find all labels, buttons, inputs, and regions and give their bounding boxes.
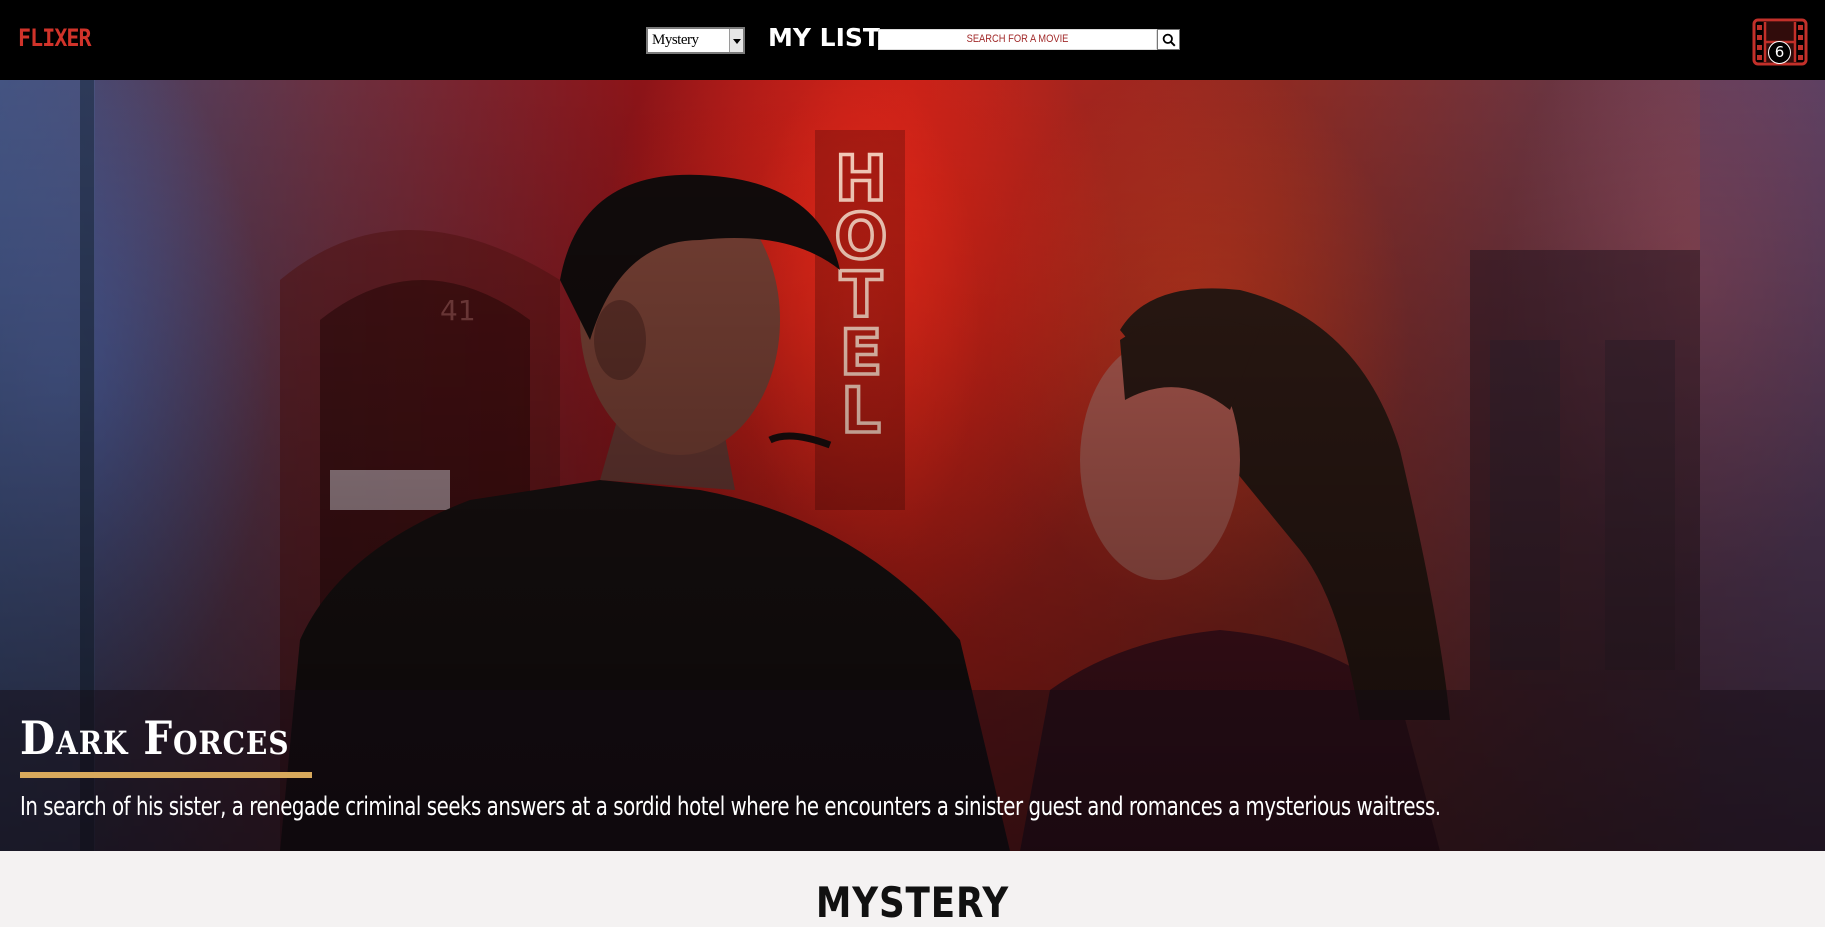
search-button[interactable] — [1157, 29, 1180, 50]
search-placeholder: SEARCH FOR A MOVIE — [966, 33, 1069, 45]
hero-description: In search of his sister, a renegade crim… — [20, 792, 1441, 822]
hero-banner[interactable]: 41 HOTEL Dark Forces In search of his si… — [0, 80, 1825, 851]
my-list-link[interactable]: MY LIST — [768, 23, 880, 52]
genre-section-title: MYSTERY — [815, 878, 1010, 927]
genre-dropdown-value: Mystery — [652, 32, 699, 48]
search-input[interactable]: SEARCH FOR A MOVIE — [878, 29, 1157, 50]
search-icon — [1162, 33, 1176, 47]
hero-title: Dark Forces — [20, 711, 290, 765]
list-count-badge: 6 — [1768, 41, 1791, 64]
top-navbar: FLIXER Mystery MY LIST SEARCH FOR A MOVI… — [0, 0, 1825, 80]
chevron-down-icon[interactable] — [729, 29, 743, 52]
logo[interactable]: FLIXER — [18, 24, 92, 52]
genre-dropdown[interactable]: Mystery — [646, 27, 745, 54]
title-underline — [20, 772, 312, 778]
